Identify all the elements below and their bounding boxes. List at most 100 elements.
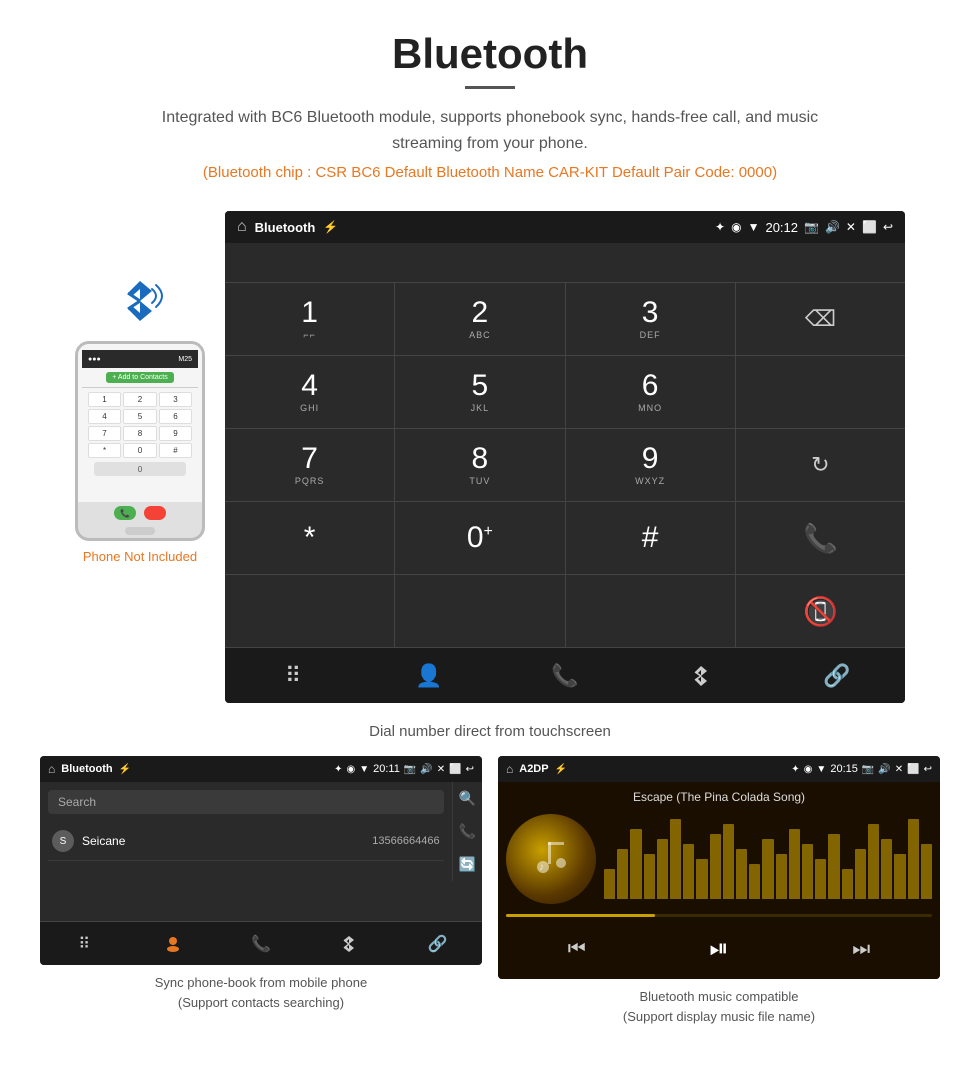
- key-5[interactable]: 5 JKL: [395, 356, 564, 428]
- progress-bar-fill: [506, 914, 655, 917]
- end-call-button: [144, 506, 166, 520]
- page-specs: (Bluetooth chip : CSR BC6 Default Blueto…: [20, 164, 960, 181]
- key-star[interactable]: *: [225, 502, 394, 574]
- bluetooth-status-icon: ✦: [715, 220, 725, 234]
- music-home-icon[interactable]: ⌂: [506, 762, 513, 776]
- pb-nav-dialpad[interactable]: ⠿: [40, 922, 128, 965]
- album-art: ♪: [506, 814, 596, 904]
- pb-usb-icon: ⚡: [119, 764, 131, 775]
- progress-bar-track: [506, 914, 932, 917]
- music-status-right: ✦ ◉ ▼ 20:15 📷 🔊 ✕ ⬜ ↩: [791, 763, 932, 775]
- prev-button[interactable]: ⏮: [568, 938, 586, 961]
- music-vol-icon: 🔊: [878, 764, 890, 775]
- bluetooth-wave-icon: [110, 271, 170, 341]
- location-icon: ◉: [731, 220, 741, 234]
- pb-call-icon[interactable]: 📞: [459, 823, 476, 840]
- music-usb-icon: ⚡: [555, 764, 567, 775]
- nav-phone[interactable]: 📞: [497, 648, 633, 703]
- phonebook-screen: ⌂ Bluetooth ⚡ ✦ ◉ ▼ 20:11 📷 🔊 ✕ ⬜ ↩: [40, 756, 482, 965]
- pb-nav-contacts[interactable]: [128, 922, 216, 965]
- pb-loc-icon: ◉: [347, 764, 356, 775]
- music-block: ⌂ A2DP ⚡ ✦ ◉ ▼ 20:15 📷 🔊 ✕ ⬜ ↩ E: [498, 756, 940, 1026]
- pb-nav-bt[interactable]: [305, 922, 393, 965]
- usb-icon: ⚡: [323, 220, 338, 234]
- contact-initial: S: [52, 830, 74, 852]
- key-1[interactable]: 1 ⌐⌐: [225, 283, 394, 355]
- key-8[interactable]: 8 TUV: [395, 429, 564, 501]
- pb-vol-icon: 🔊: [420, 764, 432, 775]
- camera-icon: 📷: [804, 220, 819, 234]
- music-close-icon: ✕: [895, 764, 903, 775]
- key-2[interactable]: 2 ABC: [395, 283, 564, 355]
- music-status-left: ⌂ A2DP ⚡: [506, 762, 567, 776]
- phonebook-app-name: Bluetooth: [61, 763, 112, 775]
- dial-android-screen: ⌂ Bluetooth ⚡ ✦ ◉ ▼ 20:12 📷 🔊 ✕ ⬜ ↩: [225, 211, 905, 703]
- status-time: 20:12: [765, 220, 798, 235]
- phonebook-main-area: Search S Seicane 13566664466 🔍 📞 🔄: [40, 782, 482, 881]
- pb-nav-link[interactable]: 🔗: [394, 922, 482, 965]
- pb-search-icon[interactable]: 🔍: [459, 790, 476, 807]
- phonebook-home-icon[interactable]: ⌂: [48, 762, 55, 776]
- music-status-bar: ⌂ A2DP ⚡ ✦ ◉ ▼ 20:15 📷 🔊 ✕ ⬜ ↩: [498, 756, 940, 782]
- key-0[interactable]: 0+: [395, 502, 564, 574]
- music-bt-icon: ✦: [791, 764, 799, 775]
- nav-dialpad[interactable]: ⠿: [225, 648, 361, 703]
- key-delete[interactable]: ⌫: [736, 283, 905, 355]
- music-back-icon[interactable]: ↩: [924, 764, 932, 775]
- play-pause-button[interactable]: ⏯: [709, 935, 728, 963]
- close-icon: ✕: [846, 220, 856, 234]
- song-title: Escape (The Pina Colada Song): [633, 790, 805, 804]
- next-button[interactable]: ⏭: [852, 938, 870, 961]
- status-bar-left: ⌂ Bluetooth ⚡: [237, 218, 338, 236]
- music-sig-icon: ▼: [816, 764, 826, 775]
- phone-device: ●●● M25 + Add to Contacts 1 2 3 4 5 6 7 …: [75, 341, 205, 541]
- key-4[interactable]: 4 GHI: [225, 356, 394, 428]
- key-hash[interactable]: #: [566, 502, 735, 574]
- page-title: Bluetooth: [20, 30, 960, 78]
- phonebook-status-left: ⌂ Bluetooth ⚡: [48, 762, 131, 776]
- key-call-red[interactable]: 📵: [736, 575, 905, 647]
- contact-name: Seicane: [82, 834, 372, 848]
- pb-cam-icon: 📷: [404, 764, 416, 775]
- music-loc-icon: ◉: [804, 764, 813, 775]
- pb-sync-icon[interactable]: 🔄: [459, 856, 476, 873]
- main-content-area: ●●● M25 + Add to Contacts 1 2 3 4 5 6 7 …: [0, 211, 980, 703]
- volume-icon: 🔊: [825, 220, 840, 234]
- pb-nav-phone[interactable]: 📞: [217, 922, 305, 965]
- pb-back-icon[interactable]: ↩: [466, 764, 474, 775]
- phonebook-icons-col: 🔍 📞 🔄: [452, 782, 482, 881]
- page-header: Bluetooth Integrated with BC6 Bluetooth …: [0, 0, 980, 211]
- music-time: 20:15: [830, 763, 858, 775]
- music-controls: ⏮ ⏯ ⏭: [506, 927, 932, 971]
- add-contacts-label: + Add to Contacts: [106, 372, 173, 383]
- phonebook-list-area: Search S Seicane 13566664466: [40, 782, 452, 881]
- music-win-icon: ⬜: [907, 764, 919, 775]
- pb-win-icon: ⬜: [449, 764, 461, 775]
- nav-link[interactable]: 🔗: [769, 648, 905, 703]
- nav-contacts[interactable]: 👤: [361, 648, 497, 703]
- key-3[interactable]: 3 DEF: [566, 283, 735, 355]
- dialpad-grid: 1 ⌐⌐ 2 ABC 3 DEF ⌫ 4 GHI 5 JKL: [225, 283, 905, 647]
- equalizer-bars: [604, 814, 932, 904]
- call-button: 📞: [114, 506, 136, 520]
- key-refresh[interactable]: ↻: [736, 429, 905, 501]
- contact-number: 13566664466: [372, 835, 439, 847]
- home-button: [125, 527, 155, 535]
- phonebook-status-bar: ⌂ Bluetooth ⚡ ✦ ◉ ▼ 20:11 📷 🔊 ✕ ⬜ ↩: [40, 756, 482, 782]
- key-call-green[interactable]: 📞: [736, 502, 905, 574]
- back-icon[interactable]: ↩: [883, 220, 893, 234]
- phonebook-bottom-nav: ⠿ 📞 🔗: [40, 921, 482, 965]
- phone-illustration: ●●● M25 + Add to Contacts 1 2 3 4 5 6 7 …: [75, 211, 205, 564]
- nav-bluetooth[interactable]: [633, 648, 769, 703]
- key-9[interactable]: 9 WXYZ: [566, 429, 735, 501]
- pb-sig-icon: ▼: [359, 764, 369, 775]
- key-empty-1: [736, 356, 905, 428]
- contact-row[interactable]: S Seicane 13566664466: [48, 822, 444, 861]
- key-6[interactable]: 6 MNO: [566, 356, 735, 428]
- window-icon: ⬜: [862, 220, 877, 234]
- search-bar[interactable]: Search: [48, 790, 444, 814]
- key-7[interactable]: 7 PQRS: [225, 429, 394, 501]
- dial-status-bar: ⌂ Bluetooth ⚡ ✦ ◉ ▼ 20:12 📷 🔊 ✕ ⬜ ↩: [225, 211, 905, 243]
- home-icon[interactable]: ⌂: [237, 218, 247, 236]
- phonebook-block: ⌂ Bluetooth ⚡ ✦ ◉ ▼ 20:11 📷 🔊 ✕ ⬜ ↩: [40, 756, 482, 1026]
